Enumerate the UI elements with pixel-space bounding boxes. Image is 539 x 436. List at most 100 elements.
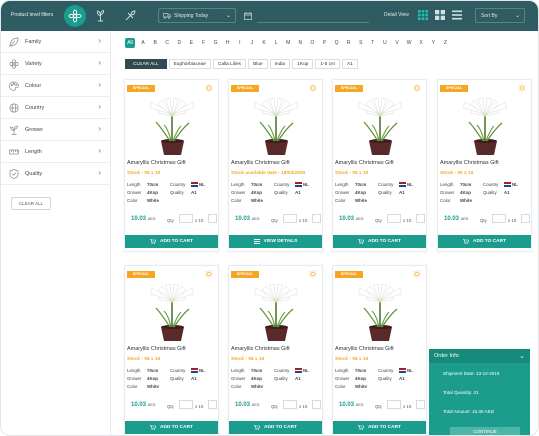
sun-icon[interactable] bbox=[413, 84, 421, 92]
letter-filter-o[interactable]: O bbox=[306, 38, 318, 48]
grid-view-button[interactable] bbox=[418, 10, 428, 20]
product-card[interactable]: SPECIAL Amaryllis Christmas Gift Stock -… bbox=[228, 265, 323, 435]
add-to-cart-button[interactable]: ADD TO CART bbox=[229, 421, 322, 434]
shipping-select[interactable]: Shipping Today ⌄ bbox=[158, 8, 236, 23]
quantity-input[interactable] bbox=[387, 214, 401, 223]
filter-grower[interactable]: Grower › bbox=[1, 119, 111, 141]
chip-length[interactable]: 1-5 cm bbox=[315, 59, 340, 69]
product-card[interactable]: SPECIAL Amaryllis Christmas Gift Stock -… bbox=[332, 79, 427, 252]
chips-clear-all-button[interactable]: CLEAR ALL bbox=[125, 59, 167, 69]
add-to-cart-button[interactable]: ADD TO CART bbox=[333, 421, 426, 434]
product-card[interactable]: SPECIAL Amaryllis Christmas Gift Stock -… bbox=[124, 79, 219, 252]
letter-filter-s[interactable]: S bbox=[355, 38, 367, 48]
order-info-header[interactable]: Order Info ⌄ bbox=[429, 349, 530, 363]
filter-family[interactable]: Family › bbox=[1, 31, 111, 53]
letter-filter-e[interactable]: E bbox=[185, 38, 197, 48]
filter-variety[interactable]: Variety › bbox=[1, 53, 111, 75]
letter-filter-n[interactable]: N bbox=[294, 38, 306, 48]
letter-filter-m[interactable]: M bbox=[282, 38, 294, 48]
letter-filter-f[interactable]: F bbox=[197, 38, 209, 48]
list-view-button[interactable] bbox=[452, 10, 462, 20]
quantity-stepper[interactable] bbox=[312, 400, 321, 409]
letter-filter-d[interactable]: D bbox=[173, 38, 185, 48]
letter-filter-j[interactable]: J bbox=[246, 38, 258, 48]
sort-by-select[interactable]: Sort By ⌄ bbox=[475, 8, 525, 23]
product-image[interactable] bbox=[244, 88, 309, 156]
letter-filter-i[interactable]: I bbox=[234, 38, 246, 48]
quantity-input[interactable] bbox=[283, 400, 297, 409]
product-image[interactable] bbox=[453, 88, 518, 156]
product-card[interactable]: SPECIAL Amaryllis Christmas Gift Stock -… bbox=[332, 265, 427, 435]
continue-button[interactable]: CONTINUE bbox=[450, 427, 520, 435]
quantity-stepper[interactable] bbox=[208, 214, 217, 223]
letter-filter-k[interactable]: K bbox=[258, 38, 270, 48]
product-card[interactable]: SPECIAL Amaryllis Christmas Gift Stock -… bbox=[124, 265, 219, 435]
letter-filter-y[interactable]: Y bbox=[427, 38, 439, 48]
product-card[interactable]: SPECIAL Amaryllis Christmas Gift Stock a… bbox=[228, 79, 323, 252]
filter-country[interactable]: Country › bbox=[1, 97, 111, 119]
sun-icon[interactable] bbox=[309, 270, 317, 278]
calendar-button[interactable] bbox=[241, 8, 255, 23]
product-name[interactable]: Amaryllis Christmas Gift bbox=[127, 346, 186, 352]
chip-1kop[interactable]: 1Kop bbox=[292, 59, 314, 69]
add-to-cart-button[interactable]: ADD TO CART bbox=[438, 235, 531, 248]
product-image[interactable] bbox=[140, 88, 205, 156]
filter-colour[interactable]: Colour › bbox=[1, 75, 111, 97]
chip-blue[interactable]: Blue bbox=[248, 59, 268, 69]
letter-filter-q[interactable]: Q bbox=[331, 38, 343, 48]
letter-filter-all[interactable]: All bbox=[125, 38, 135, 48]
letter-filter-c[interactable]: C bbox=[161, 38, 173, 48]
quantity-stepper[interactable] bbox=[521, 214, 530, 223]
letter-filter-a[interactable]: A bbox=[137, 38, 149, 48]
add-to-cart-button[interactable]: ADD TO CART bbox=[333, 235, 426, 248]
product-image[interactable] bbox=[244, 274, 309, 342]
product-image[interactable] bbox=[348, 88, 413, 156]
letter-filter-l[interactable]: L bbox=[270, 38, 282, 48]
sun-icon[interactable] bbox=[413, 270, 421, 278]
quantity-input[interactable] bbox=[492, 214, 506, 223]
letter-filter-r[interactable]: R bbox=[343, 38, 355, 48]
filter-quality[interactable]: Quality › bbox=[1, 163, 111, 185]
sidebar-clear-all-button[interactable]: CLEAR ALL bbox=[11, 197, 51, 210]
sun-icon[interactable] bbox=[205, 84, 213, 92]
letter-filter-v[interactable]: V bbox=[391, 38, 403, 48]
chip-calla-lilies[interactable]: Calla Lilies bbox=[212, 59, 247, 69]
quantity-input[interactable] bbox=[179, 400, 193, 409]
product-card[interactable]: SPECIAL Amaryllis Christmas Gift Stock -… bbox=[437, 79, 532, 252]
quantity-input[interactable] bbox=[283, 214, 297, 223]
filter-length[interactable]: Length › bbox=[1, 141, 111, 163]
add-to-cart-button[interactable]: ADD TO CART bbox=[125, 421, 218, 434]
product-name[interactable]: Amaryllis Christmas Gift bbox=[127, 160, 186, 166]
chip-india[interactable]: India bbox=[269, 59, 291, 69]
letter-filter-p[interactable]: P bbox=[318, 38, 330, 48]
view-details-button[interactable]: VIEW DETAILS bbox=[229, 235, 322, 248]
date-input[interactable] bbox=[257, 8, 369, 23]
product-name[interactable]: Amaryllis Christmas Gift bbox=[335, 160, 394, 166]
plant-category-button[interactable] bbox=[93, 8, 107, 22]
letter-filter-t[interactable]: T bbox=[367, 38, 379, 48]
large-grid-view-button[interactable] bbox=[435, 10, 445, 20]
letter-filter-h[interactable]: H bbox=[222, 38, 234, 48]
sun-icon[interactable] bbox=[205, 270, 213, 278]
letter-filter-x[interactable]: X bbox=[415, 38, 427, 48]
letter-filter-w[interactable]: W bbox=[403, 38, 415, 48]
letter-filter-g[interactable]: G bbox=[210, 38, 222, 48]
add-to-cart-button[interactable]: ADD TO CART bbox=[125, 235, 218, 248]
sun-icon[interactable] bbox=[518, 84, 526, 92]
product-image[interactable] bbox=[348, 274, 413, 342]
quantity-input[interactable] bbox=[179, 214, 193, 223]
product-image[interactable] bbox=[140, 274, 205, 342]
quantity-stepper[interactable] bbox=[416, 400, 425, 409]
letter-filter-z[interactable]: Z bbox=[439, 38, 451, 48]
chip-a1[interactable]: A1 bbox=[341, 59, 358, 69]
product-name[interactable]: Amaryllis Christmas Gift bbox=[231, 160, 290, 166]
quantity-stepper[interactable] bbox=[312, 214, 321, 223]
flower-category-button[interactable] bbox=[64, 5, 86, 27]
product-name[interactable]: Amaryllis Christmas Gift bbox=[335, 346, 394, 352]
product-name[interactable]: Amaryllis Christmas Gift bbox=[440, 160, 499, 166]
quantity-stepper[interactable] bbox=[208, 400, 217, 409]
quantity-input[interactable] bbox=[387, 400, 401, 409]
quantity-stepper[interactable] bbox=[416, 214, 425, 223]
letter-filter-u[interactable]: U bbox=[379, 38, 391, 48]
sun-icon[interactable] bbox=[309, 84, 317, 92]
